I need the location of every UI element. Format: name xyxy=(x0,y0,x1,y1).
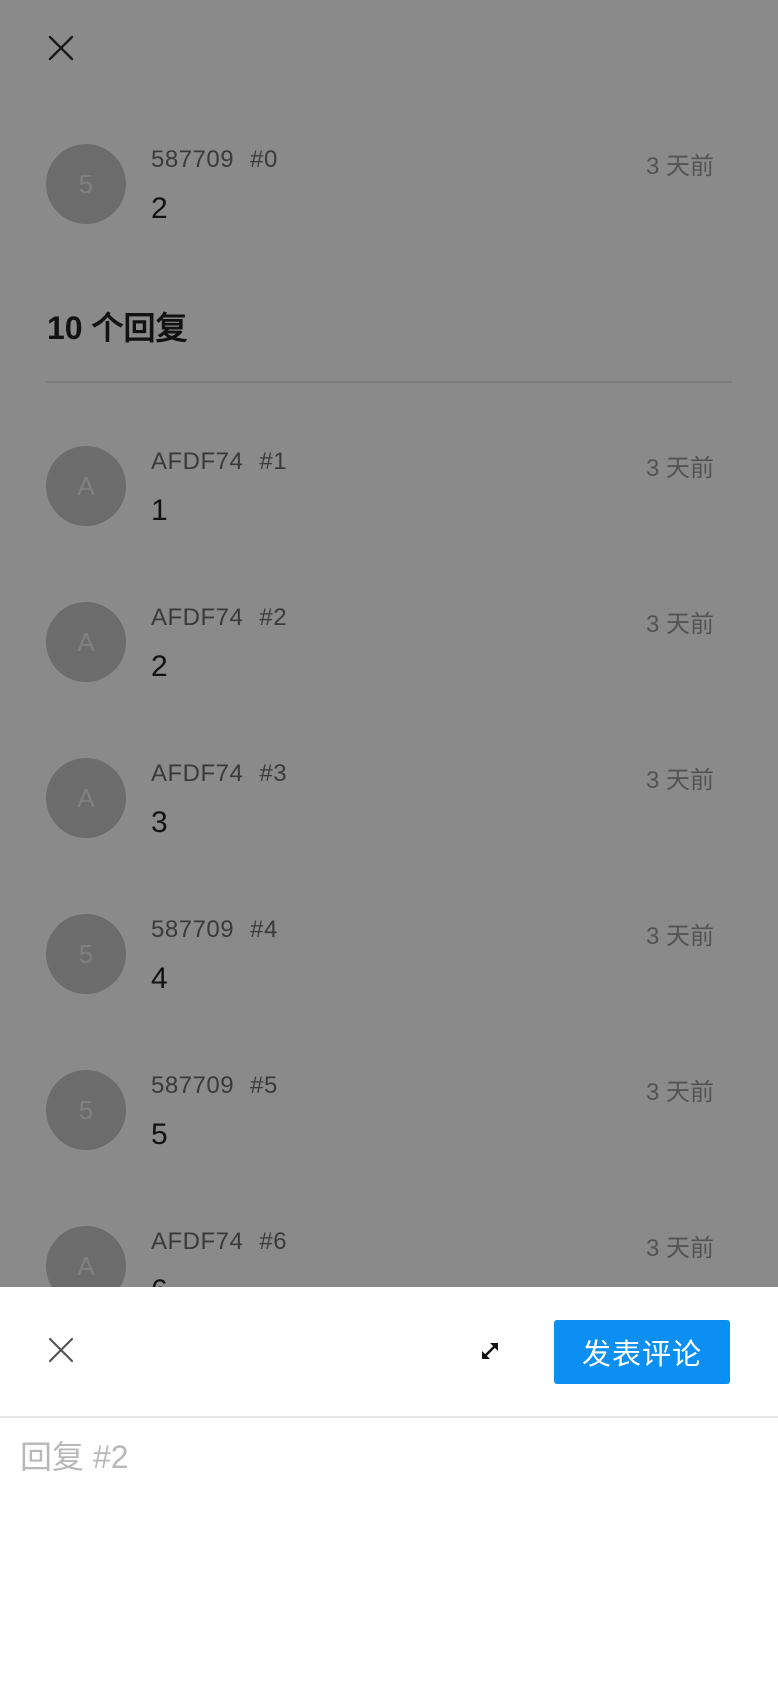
submit-comment-button[interactable]: 发表评论 xyxy=(554,1320,730,1384)
close-composer-button[interactable] xyxy=(43,1332,79,1368)
close-icon xyxy=(48,1337,74,1363)
expand-composer-button[interactable] xyxy=(470,1331,510,1371)
reply-composer-sheet: 发表评论 xyxy=(0,1287,778,1686)
reply-textarea[interactable] xyxy=(20,1432,758,1668)
composer-toolbar: 发表评论 xyxy=(0,1287,778,1418)
expand-icon xyxy=(482,1343,498,1359)
